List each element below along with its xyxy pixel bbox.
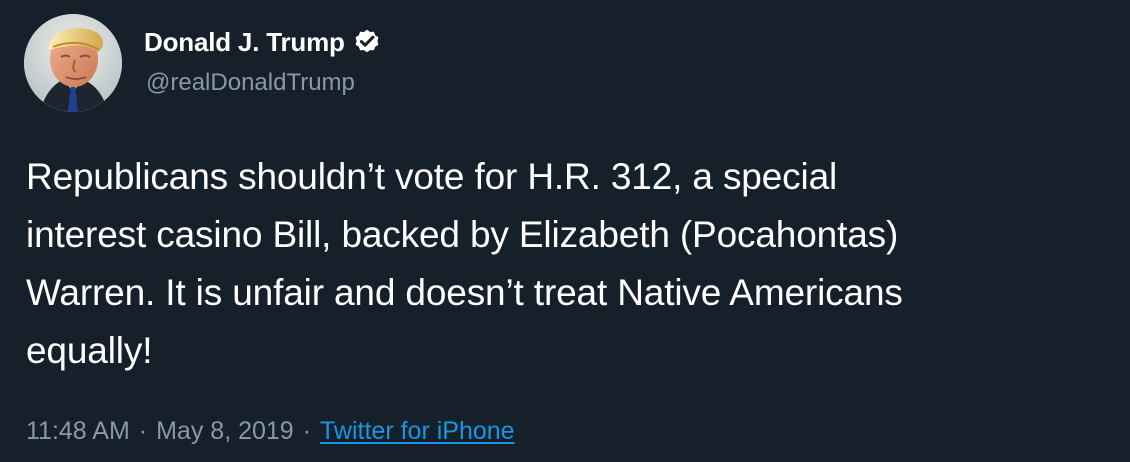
user-handle[interactable]: @realDonaldTrump xyxy=(146,67,355,99)
tweet-user-info: Donald J. Trump @realDonaldTrump xyxy=(144,24,644,104)
display-name-row[interactable]: Donald J. Trump xyxy=(144,24,381,60)
tweet-text: Republicans shouldn’t vote for H.R. 312,… xyxy=(26,156,903,371)
tweet-time[interactable]: 11:48 AM xyxy=(26,412,130,450)
tweet-card: Donald J. Trump @realDonaldTrump Republi… xyxy=(0,0,1130,462)
metadata-separator: · xyxy=(302,417,312,445)
tweet-date[interactable]: May 8, 2019 xyxy=(156,412,294,450)
profile-avatar-icon xyxy=(24,14,122,112)
tweet-metadata: 11:48 AM · May 8, 2019 · Twitter for iPh… xyxy=(26,412,515,450)
verified-icon xyxy=(353,28,381,56)
profile-avatar[interactable] xyxy=(24,14,122,112)
source-link[interactable]: Twitter for iPhone xyxy=(320,412,515,450)
display-name[interactable]: Donald J. Trump xyxy=(144,24,345,60)
metadata-separator: · xyxy=(138,417,148,445)
